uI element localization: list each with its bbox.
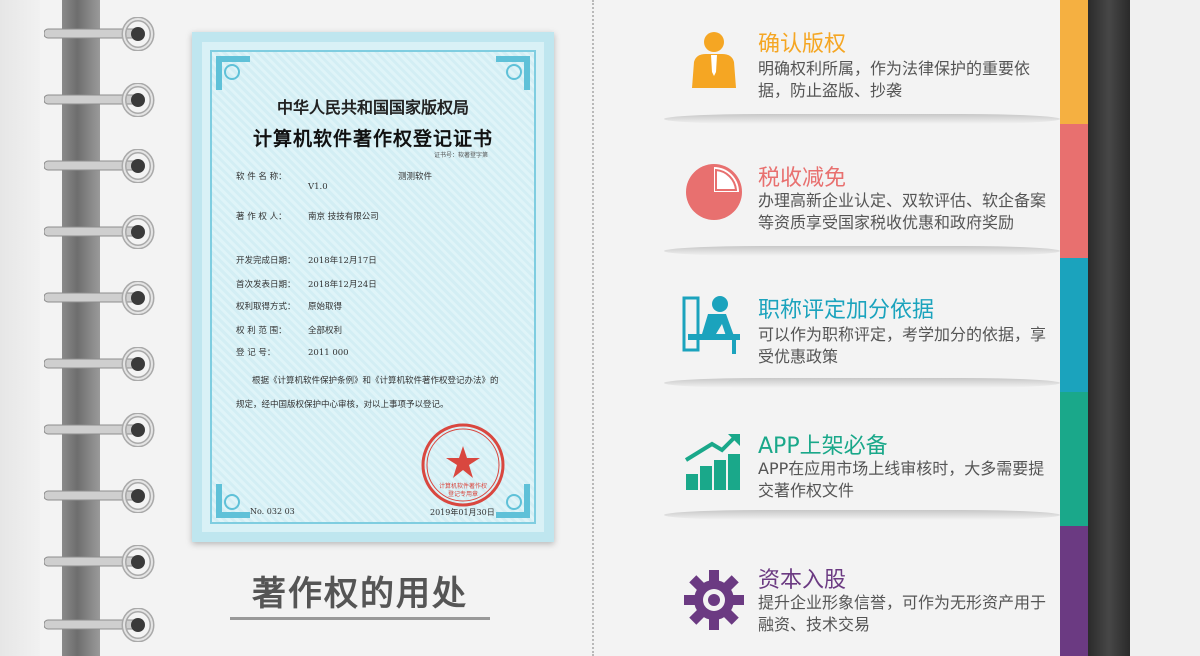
item-separator — [664, 114, 1060, 124]
ornament-icon — [494, 54, 532, 92]
binding-ring — [43, 148, 156, 184]
cert-row: V1.0 — [236, 182, 328, 192]
cert-row-value: 全部权利 — [308, 326, 343, 336]
svg-text:登记专用章: 登记专用章 — [448, 490, 478, 498]
item-title: 资本入股 — [758, 568, 847, 593]
item-title: APP上架必备 — [758, 434, 888, 459]
certificate-paragraph: 规定，经中国版权保护中心审核，对以上事项予以登记。 — [236, 400, 449, 410]
cert-row: 软 件 名 称： 测测软件 — [236, 170, 432, 182]
certificate-issuer: 中华人民共和国国家版权局 — [276, 98, 469, 117]
cert-row-label: 首次发表日期： — [236, 280, 296, 290]
tab-red — [1060, 124, 1088, 258]
item-separator — [664, 510, 1060, 520]
cert-row-label: 权利取得方式： — [236, 302, 296, 312]
desk-worker-icon — [682, 294, 746, 358]
cert-row-label: 开发完成日期： — [236, 256, 296, 266]
binding-ring — [43, 607, 156, 643]
cert-row: 登 记 号： 2011 000 — [236, 346, 349, 358]
certificate-stamp-date: 2019年01月30日 — [430, 508, 495, 517]
svg-text:计算机软件著作权: 计算机软件著作权 — [439, 482, 487, 490]
cert-row-value: 2011 000 — [308, 348, 349, 358]
cert-row: 开发完成日期： 2018年12月17日 — [236, 254, 377, 266]
official-seal: 计算机软件著作权 登记专用章 — [420, 422, 506, 508]
binding-ring — [43, 412, 156, 448]
binding-ring — [43, 82, 156, 118]
binder-edge — [1088, 0, 1130, 656]
growth-chart-icon — [682, 430, 746, 494]
cert-row-value: 原始取得 — [308, 302, 343, 312]
benefit-item: 资本入股 提升企业形象信誉，可作为无形资产用于融资、技术交易 — [594, 528, 1060, 648]
cert-row: 著 作 权 人： 南京 技技有限公司 — [236, 210, 379, 222]
item-description: 明确权利所属，作为法律保护的重要依据，防止盗版、抄袭 — [758, 59, 1031, 100]
cert-row-label: 软 件 名 称： — [236, 172, 287, 182]
item-description: APP在应用市场上线审核时，大多需要提交著作权文件 — [758, 459, 1045, 500]
item-description: 可以作为职称评定，考学加分的依据，享受优惠政策 — [758, 325, 1047, 366]
ornament-icon — [214, 54, 252, 92]
item-description: 办理高新企业认定、双软评估、软企备案等资质享受国家税收优惠和政府奖励 — [758, 191, 1047, 232]
left-margin — [0, 0, 40, 656]
item-title: 税收减免 — [758, 166, 847, 191]
ornament-icon — [214, 482, 252, 520]
cert-row: 首次发表日期： 2018年12月24日 — [236, 278, 377, 290]
item-separator — [664, 378, 1060, 388]
tab-purple — [1060, 526, 1088, 656]
certificate-title: 计算机软件著作权登记证书 — [252, 128, 493, 150]
binding-ring — [43, 478, 156, 514]
item-title: 职称评定加分依据 — [758, 298, 935, 323]
tab-orange — [1060, 0, 1088, 124]
benefit-item: 确认版权 明确权利所属，作为法律保护的重要依据，防止盗版、抄袭 — [594, 0, 1060, 124]
binding-ring — [43, 346, 156, 382]
tab-green — [1060, 392, 1088, 526]
pie-chart-icon — [682, 160, 746, 224]
cert-row: 权利取得方式： 原始取得 — [236, 300, 342, 312]
certificate-paragraph: 根据《计算机软件保护条例》和《计算机软件著作权登记办法》的 — [252, 376, 499, 386]
binding-ring — [43, 214, 156, 250]
benefit-item: APP上架必备 APP在应用市场上线审核时，大多需要提交著作权文件 — [594, 396, 1060, 520]
certificate-inner: 中华人民共和国国家版权局 计算机软件著作权登记证书 证书号：软著登字第 软 件 … — [210, 50, 536, 524]
section-caption: 著作权的用处 — [230, 566, 490, 620]
gear-icon — [682, 568, 746, 632]
cert-row-value: 2018年12月24日 — [308, 280, 377, 290]
outer-margin — [1130, 0, 1200, 656]
cert-row-label: 登 记 号： — [236, 348, 276, 358]
tab-blue — [1060, 258, 1088, 392]
benefit-item: 税收减免 办理高新企业认定、双软评估、软企备案等资质享受国家税收优惠和政府奖励 — [594, 132, 1060, 256]
item-separator — [664, 246, 1060, 256]
cert-row-value: 测测软件 — [398, 172, 433, 182]
item-description: 提升企业形象信誉，可作为无形资产用于融资、技术交易 — [758, 593, 1047, 634]
cert-row-value: 2018年12月17日 — [308, 256, 377, 266]
binding-ring — [43, 544, 156, 580]
binding-ring — [43, 280, 156, 316]
cert-row-label: 著 作 权 人： — [236, 212, 287, 222]
notebook-page: 中华人民共和国国家版权局 计算机软件著作权登记证书 证书号：软著登字第 软 件 … — [0, 0, 1200, 656]
cert-row-label: 权 利 范 围： — [236, 326, 287, 336]
cert-row: 权 利 范 围： 全部权利 — [236, 324, 342, 336]
person-icon — [682, 28, 746, 92]
certificate-serial: No. 032 03 — [250, 507, 295, 516]
cert-row-value: V1.0 — [308, 182, 328, 192]
cert-row-value: 南京 技技有限公司 — [308, 212, 379, 222]
binding-ring — [43, 16, 156, 52]
certificate-number-label: 证书号：软著登字第 — [434, 152, 489, 159]
item-title: 确认版权 — [758, 32, 847, 57]
copyright-certificate: 中华人民共和国国家版权局 计算机软件著作权登记证书 证书号：软著登字第 软 件 … — [192, 32, 554, 542]
benefit-item: 职称评定加分依据 可以作为职称评定，考学加分的依据，享受优惠政策 — [594, 264, 1060, 388]
